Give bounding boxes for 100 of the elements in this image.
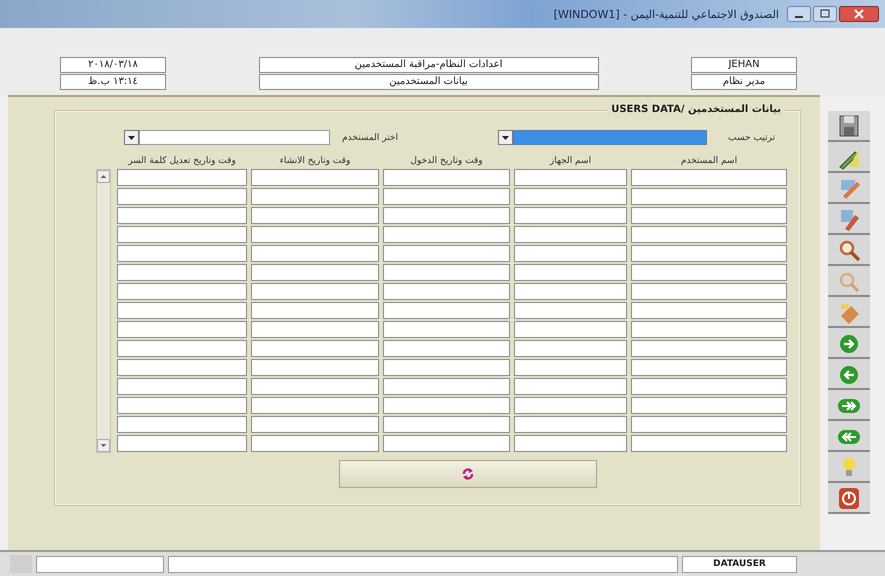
- table-cell[interactable]: [514, 397, 627, 414]
- table-cell[interactable]: [383, 245, 510, 262]
- table-cell[interactable]: [117, 359, 247, 376]
- table-cell[interactable]: [251, 188, 379, 205]
- table-cell[interactable]: [631, 321, 787, 338]
- close-button[interactable]: [839, 6, 879, 22]
- table-cell[interactable]: [383, 416, 510, 433]
- table-cell[interactable]: [251, 169, 379, 186]
- table-cell[interactable]: [514, 188, 627, 205]
- table-cell[interactable]: [117, 169, 247, 186]
- dropdown-field[interactable]: [498, 130, 707, 145]
- table-cell[interactable]: [251, 264, 379, 281]
- table-cell[interactable]: [631, 264, 787, 281]
- scroll-down-icon[interactable]: [97, 439, 110, 452]
- table-cell[interactable]: [117, 416, 247, 433]
- table-cell[interactable]: [251, 397, 379, 414]
- table-cell[interactable]: [251, 435, 379, 452]
- table-cell[interactable]: [514, 416, 627, 433]
- table-cell[interactable]: [514, 321, 627, 338]
- table-cell[interactable]: [631, 302, 787, 319]
- table-cell[interactable]: [514, 378, 627, 395]
- user-role-field: مدير نظام: [691, 74, 797, 90]
- table-cell[interactable]: [383, 321, 510, 338]
- table-cell[interactable]: [383, 226, 510, 243]
- table-cell[interactable]: [117, 435, 247, 452]
- table-cell[interactable]: [383, 359, 510, 376]
- table-cell[interactable]: [631, 378, 787, 395]
- table-cell[interactable]: [631, 226, 787, 243]
- toolbar-button[interactable]: [828, 173, 870, 204]
- table-cell[interactable]: [514, 435, 627, 452]
- table-cell[interactable]: [631, 435, 787, 452]
- table-cell[interactable]: [117, 321, 247, 338]
- toolbar-button[interactable]: [828, 359, 870, 390]
- table-cell[interactable]: [631, 245, 787, 262]
- table-cell[interactable]: [383, 302, 510, 319]
- table-cell[interactable]: [514, 207, 627, 224]
- dropdown-field[interactable]: [124, 130, 330, 145]
- table-cell[interactable]: [514, 169, 627, 186]
- toolbar-button[interactable]: [828, 452, 870, 483]
- table-cell[interactable]: [251, 416, 379, 433]
- table-cell[interactable]: [514, 245, 627, 262]
- toolbar-button[interactable]: [828, 266, 870, 297]
- table-cell[interactable]: [251, 283, 379, 300]
- toolbar-button[interactable]: [828, 235, 870, 266]
- table-cell[interactable]: [383, 435, 510, 452]
- table-cell[interactable]: [251, 245, 379, 262]
- table-cell[interactable]: [117, 264, 247, 281]
- table-cell[interactable]: [383, 207, 510, 224]
- table-cell[interactable]: [383, 264, 510, 281]
- table-cell[interactable]: [117, 226, 247, 243]
- toolbar-button[interactable]: [828, 390, 870, 421]
- table-cell[interactable]: [251, 359, 379, 376]
- filter-label: اختر المستخدم: [341, 132, 398, 142]
- table-cell[interactable]: [631, 397, 787, 414]
- minimize-button[interactable]: [787, 6, 811, 22]
- table-cell[interactable]: [251, 340, 379, 357]
- table-cell[interactable]: [383, 169, 510, 186]
- toolbar-button[interactable]: [828, 421, 870, 452]
- table-cell[interactable]: [117, 378, 247, 395]
- table-cell[interactable]: [383, 397, 510, 414]
- toolbar-button[interactable]: [828, 142, 870, 173]
- table-cell[interactable]: [117, 340, 247, 357]
- table-cell[interactable]: [514, 283, 627, 300]
- table-cell[interactable]: [251, 378, 379, 395]
- table-cell[interactable]: [117, 188, 247, 205]
- table-cell[interactable]: [631, 169, 787, 186]
- table-cell[interactable]: [383, 340, 510, 357]
- table-cell[interactable]: [383, 283, 510, 300]
- table-cell[interactable]: [251, 321, 379, 338]
- table-cell[interactable]: [117, 207, 247, 224]
- toolbar-button[interactable]: [828, 297, 870, 328]
- table-cell[interactable]: [631, 207, 787, 224]
- table-cell[interactable]: [117, 302, 247, 319]
- screen-path-field: اعدادات النظام-مراقبة المستخدمين: [258, 57, 598, 73]
- table-cell[interactable]: [117, 245, 247, 262]
- table-cell[interactable]: [251, 207, 379, 224]
- toolbar-button[interactable]: [828, 328, 870, 359]
- table-cell[interactable]: [514, 264, 627, 281]
- table-cell[interactable]: [514, 302, 627, 319]
- table-cell[interactable]: [251, 226, 379, 243]
- toolbar-button[interactable]: [828, 111, 870, 142]
- table-cell[interactable]: [251, 302, 379, 319]
- scroll-up-icon[interactable]: [97, 170, 110, 183]
- table-cell[interactable]: [117, 397, 247, 414]
- toolbar-button[interactable]: [828, 483, 870, 514]
- table-cell[interactable]: [631, 340, 787, 357]
- table-cell[interactable]: [514, 359, 627, 376]
- table-cell[interactable]: [383, 188, 510, 205]
- refresh-button[interactable]: [338, 460, 596, 488]
- table-cell[interactable]: [631, 416, 787, 433]
- table-cell[interactable]: [514, 340, 627, 357]
- table-cell[interactable]: [383, 378, 510, 395]
- table-cell[interactable]: [514, 226, 627, 243]
- table-cell[interactable]: [631, 359, 787, 376]
- table-cell[interactable]: [631, 283, 787, 300]
- table-cell[interactable]: [631, 188, 787, 205]
- table-cell[interactable]: [117, 283, 247, 300]
- toolbar-button[interactable]: [828, 204, 870, 235]
- scroll-bar[interactable]: [96, 169, 111, 453]
- maximize-button[interactable]: [813, 6, 837, 22]
